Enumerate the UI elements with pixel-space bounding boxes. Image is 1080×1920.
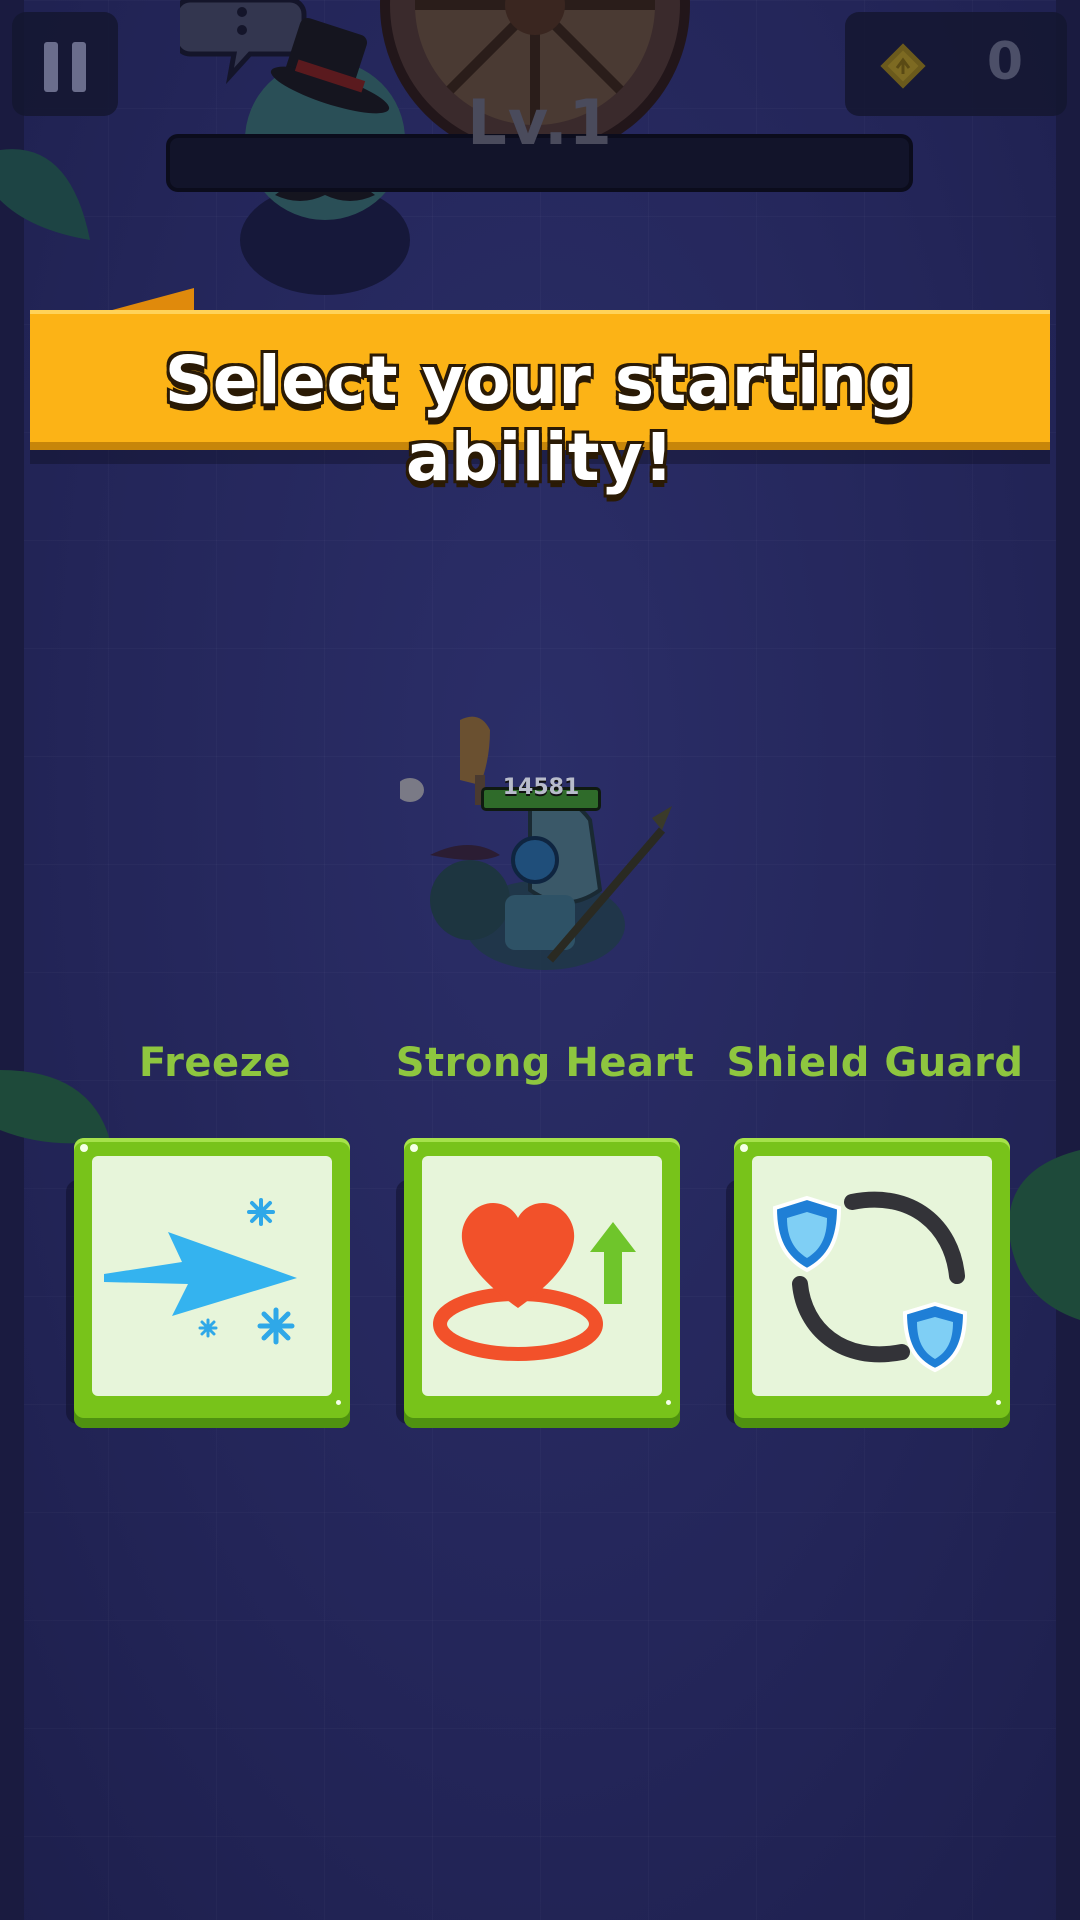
ability-label: Shield Guard [726, 1040, 1024, 1086]
player-hp-value: 14581 [502, 775, 580, 800]
ability-card[interactable] [734, 1138, 1010, 1428]
ability-label: Strong Heart [395, 1040, 695, 1086]
gold-count: 0 [986, 32, 1024, 92]
banner-title: Select your starting ability! [164, 342, 916, 496]
ability-option-shield-guard[interactable]: Shield Guard [726, 1040, 1023, 1480]
ability-label: Freeze [138, 1040, 292, 1086]
leaf-decoration-left [0, 149, 90, 240]
gold-coin-icon [880, 43, 926, 89]
freeze-arrow-icon [104, 1198, 297, 1345]
player-character [400, 716, 672, 970]
ability-option-strong-heart[interactable]: Strong Heart [396, 1040, 694, 1480]
game-scene: 0 Lv.1 Select your starting ability! 145… [0, 0, 1080, 1920]
ability-select-banner: Select your starting ability! [30, 310, 1050, 496]
pause-icon [44, 42, 58, 92]
shield-guard-icon [772, 1191, 968, 1373]
gold-panel: 0 [845, 12, 1067, 116]
ability-option-freeze[interactable]: Freeze [66, 1040, 360, 1480]
right-wall [1056, 0, 1080, 1920]
pause-button[interactable] [12, 12, 118, 116]
left-wall [0, 0, 24, 1920]
level-label: Lv.1 [467, 86, 613, 159]
ability-card[interactable] [404, 1138, 680, 1428]
player-health-bar: 14581 [481, 775, 601, 813]
heart-up-icon [433, 1202, 636, 1361]
ability-card[interactable] [74, 1138, 350, 1428]
